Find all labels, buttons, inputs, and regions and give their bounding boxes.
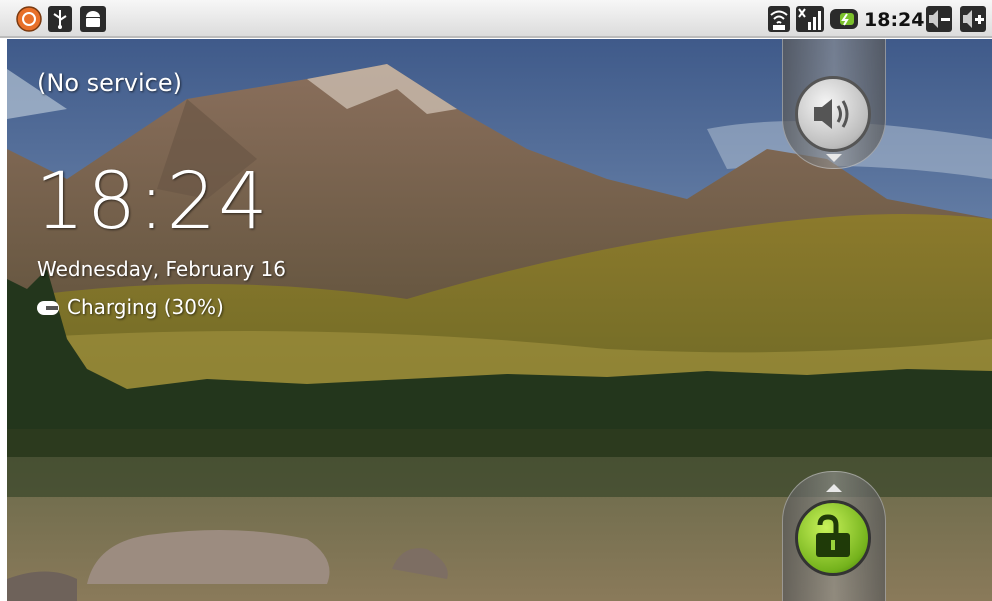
lockscreen-date: Wednesday, February 16 <box>37 257 286 281</box>
wifi-icon <box>768 6 790 32</box>
notification-app-icon[interactable] <box>14 6 44 32</box>
android-debug-icon <box>80 6 106 32</box>
speaker-icon <box>814 99 849 129</box>
volume-up-icon[interactable] <box>960 6 986 32</box>
charging-label: Charging (30%) <box>67 295 224 319</box>
sound-toggle-button[interactable] <box>795 76 871 152</box>
charging-status: Charging (30%) <box>37 295 224 319</box>
lockscreen-clock: 18:24 <box>35 157 270 247</box>
charging-plug-icon <box>37 301 59 315</box>
volume-down-icon[interactable] <box>926 6 952 32</box>
lockscreen: (No service) 18:24 Wednesday, February 1… <box>7 39 992 601</box>
slide-down-arrow-icon <box>826 154 842 162</box>
usb-icon <box>48 6 72 32</box>
status-bar: 18:24 <box>0 0 992 38</box>
unlock-slider[interactable] <box>782 471 886 601</box>
no-signal-icon <box>796 6 824 32</box>
carrier-label: (No service) <box>37 69 182 97</box>
sound-toggle-slider[interactable] <box>782 39 886 169</box>
battery-charging-icon <box>830 9 858 29</box>
status-time: 18:24 <box>864 9 925 31</box>
unlock-padlock-icon <box>816 514 850 557</box>
slide-up-arrow-icon <box>826 484 842 492</box>
unlock-button[interactable] <box>795 500 871 576</box>
